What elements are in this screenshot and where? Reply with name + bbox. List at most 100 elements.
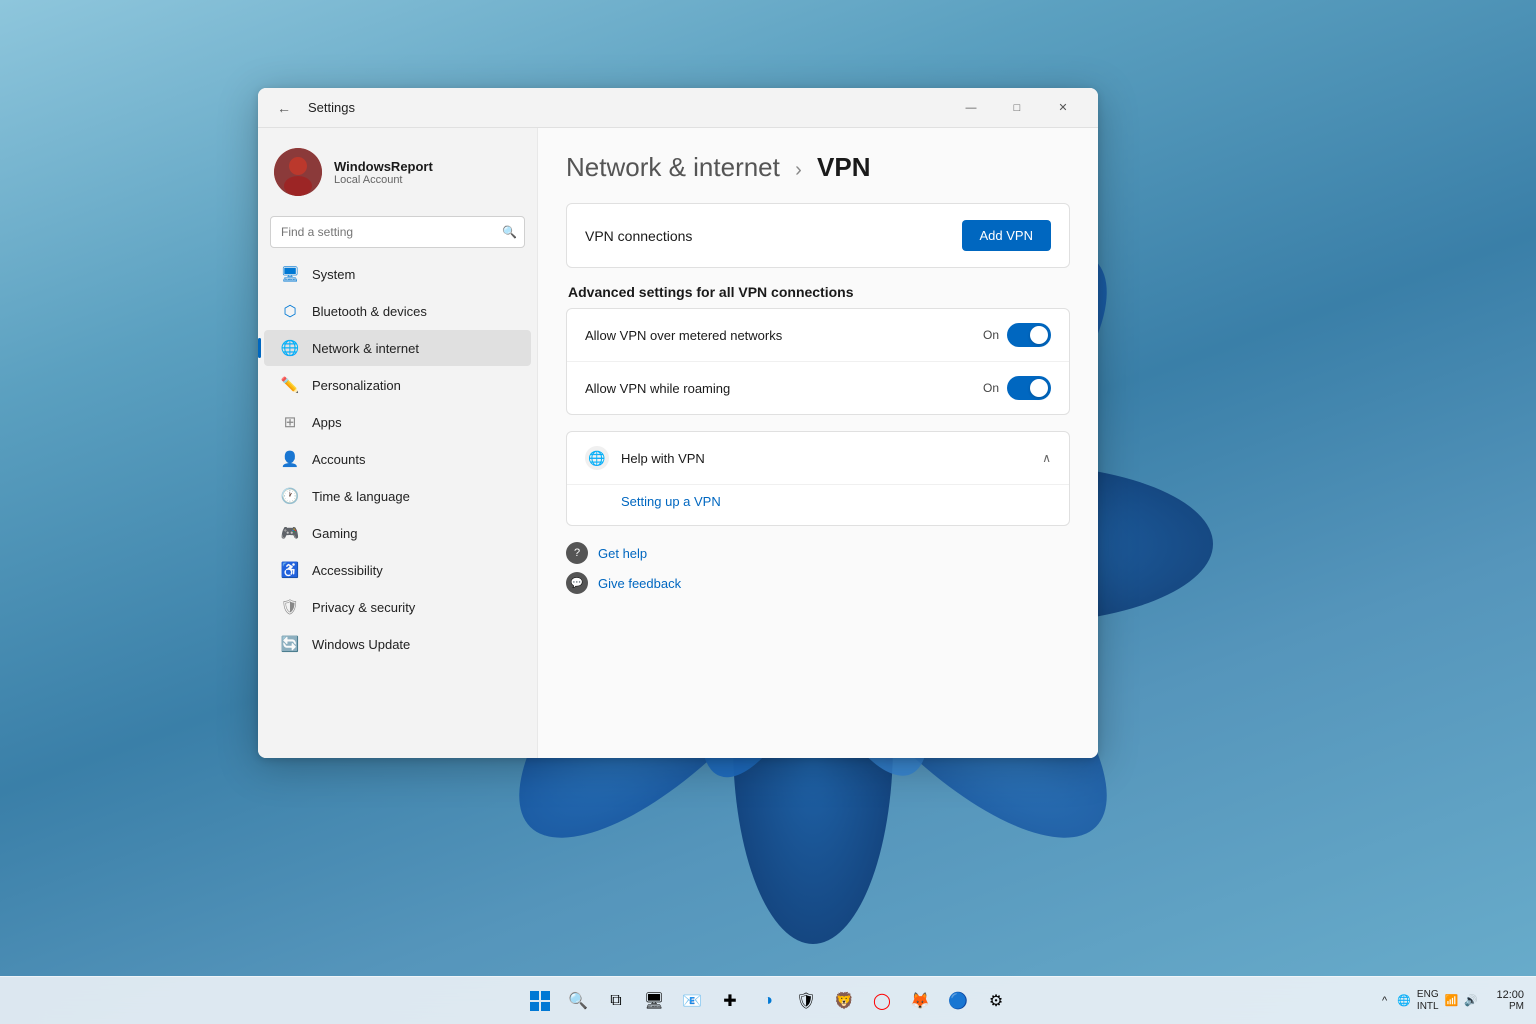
roaming-toggle-wrapper: On (983, 376, 1051, 400)
setup-vpn-link[interactable]: Setting up a VPN (621, 494, 721, 509)
settings-window: ← Settings — □ ✕ WindowsRepor (258, 88, 1098, 758)
add-vpn-button[interactable]: Add VPN (962, 220, 1051, 251)
feedback-icon: 💬 (571, 578, 583, 589)
time-icon: 🕐 (280, 486, 300, 506)
taskbar-center: 🔍 ⧉ 🖥 📧 ✚ ◑ 🛡 🦁 ◯ 🦊 🔵 (522, 983, 1014, 1019)
advanced-section-title: Advanced settings for all VPN connection… (566, 284, 1070, 300)
tray-language[interactable]: ENG INTL (1417, 989, 1439, 1013)
explorer-icon: 🖥 (644, 991, 664, 1011)
tray-volume[interactable]: 🔊 (1464, 994, 1478, 1007)
sidebar-item-label-accessibility: Accessibility (312, 563, 383, 578)
taskbar-teams[interactable]: ✚ (712, 983, 748, 1019)
help-vpn-header[interactable]: 🌐 Help with VPN ∧ (567, 432, 1069, 484)
get-help-row: ? Get help (566, 542, 1070, 564)
user-name: WindowsReport (334, 159, 433, 174)
metered-networks-status: On (983, 328, 999, 342)
settings-icon: ⚙ (989, 991, 1003, 1011)
avatar (274, 148, 322, 196)
metered-networks-row: Allow VPN over metered networks On (567, 309, 1069, 362)
window-title: Settings (308, 100, 355, 115)
help-vpn-title: Help with VPN (621, 451, 705, 466)
sidebar-item-network[interactable]: 🌐 Network & internet (264, 330, 531, 366)
taskbar-search-button[interactable]: 🔍 (560, 983, 596, 1019)
sidebar: WindowsReport Local Account 🔍 🖥 System ⬡ (258, 128, 538, 758)
close-button[interactable]: ✕ (1040, 92, 1086, 124)
taskbar-edge[interactable]: ◑ (750, 983, 786, 1019)
sidebar-item-system[interactable]: 🖥 System (264, 256, 531, 292)
task-view-button[interactable]: ⧉ (598, 983, 634, 1019)
sidebar-item-label-system: System (312, 267, 355, 282)
clock[interactable]: 12:00 PM (1484, 989, 1524, 1012)
chevron-up-icon: ∧ (1042, 451, 1051, 465)
vpn-connections-label: VPN connections (585, 228, 692, 244)
brave-icon: 🦁 (834, 991, 854, 1011)
taskbar-brave[interactable]: 🦁 (826, 983, 862, 1019)
nav-list: 🖥 System ⬡ Bluetooth & devices 🌐 Network… (258, 256, 537, 662)
taskbar-opera[interactable]: ◯ (864, 983, 900, 1019)
get-help-icon: ? (566, 542, 588, 564)
sidebar-item-update[interactable]: 🔄 Windows Update (264, 626, 531, 662)
sidebar-item-time[interactable]: 🕐 Time & language (264, 478, 531, 514)
back-button[interactable]: ← (270, 94, 298, 122)
advanced-settings-card: Allow VPN over metered networks On Allow… (566, 308, 1070, 415)
apps-icon: ⊞ (280, 412, 300, 432)
vpn-icon: 🛡 (796, 991, 816, 1011)
edge-icon: ◑ (763, 992, 773, 1010)
taskbar-vpn[interactable]: 🛡 (788, 983, 824, 1019)
windows-logo-icon (530, 991, 550, 1011)
sidebar-item-privacy[interactable]: 🛡 Privacy & security (264, 589, 531, 625)
give-feedback-link[interactable]: Give feedback (598, 576, 681, 591)
teams-icon: ✚ (723, 991, 736, 1011)
personalization-icon: ✏️ (280, 375, 300, 395)
start-button[interactable] (522, 983, 558, 1019)
tray-chevron[interactable]: ^ (1378, 993, 1391, 1009)
update-icon: 🔄 (280, 634, 300, 654)
sidebar-item-accounts[interactable]: 👤 Accounts (264, 441, 531, 477)
get-help-link[interactable]: Get help (598, 546, 647, 561)
firefox-icon: 🦊 (910, 991, 930, 1011)
sidebar-item-label-personalization: Personalization (312, 378, 401, 393)
tray-wifi[interactable]: 📶 (1445, 994, 1459, 1007)
sidebar-item-apps[interactable]: ⊞ Apps (264, 404, 531, 440)
privacy-icon: 🛡 (280, 597, 300, 617)
sidebar-item-bluetooth[interactable]: ⬡ Bluetooth & devices (264, 293, 531, 329)
window-body: WindowsReport Local Account 🔍 🖥 System ⬡ (258, 128, 1098, 758)
minimize-button[interactable]: — (948, 92, 994, 124)
roaming-row: Allow VPN while roaming On (567, 362, 1069, 414)
sidebar-item-label-gaming: Gaming (312, 526, 358, 541)
maximize-button[interactable]: □ (994, 92, 1040, 124)
title-bar-left: ← Settings (270, 94, 948, 122)
tray-globe[interactable]: 🌐 (1397, 994, 1411, 1007)
globe-icon: 🌐 (588, 450, 605, 467)
time-display: 12:00 (1484, 989, 1524, 1001)
taskbar-search-icon: 🔍 (568, 991, 588, 1011)
taskbar-chrome[interactable]: 🔵 (940, 983, 976, 1019)
taskbar-explorer[interactable]: 🖥 (636, 983, 672, 1019)
search-icon: 🔍 (502, 225, 517, 239)
taskbar-settings[interactable]: ⚙ (978, 983, 1014, 1019)
opera-icon: ◯ (873, 991, 891, 1011)
search-input[interactable] (270, 216, 525, 248)
title-bar-controls: — □ ✕ (948, 92, 1086, 124)
title-bar: ← Settings — □ ✕ (258, 88, 1098, 128)
sidebar-item-gaming[interactable]: 🎮 Gaming (264, 515, 531, 551)
bottom-links: ? Get help 💬 Give feedback (566, 542, 1070, 594)
sidebar-item-label-time: Time & language (312, 489, 410, 504)
sidebar-item-personalization[interactable]: ✏️ Personalization (264, 367, 531, 403)
metered-networks-toggle[interactable] (1007, 323, 1051, 347)
help-vpn-icon: 🌐 (585, 446, 609, 470)
taskbar-mail[interactable]: 📧 (674, 983, 710, 1019)
roaming-toggle[interactable] (1007, 376, 1051, 400)
taskbar: 🔍 ⧉ 🖥 📧 ✚ ◑ 🛡 🦁 ◯ 🦊 🔵 (0, 976, 1536, 1024)
sidebar-item-label-bluetooth: Bluetooth & devices (312, 304, 427, 319)
taskbar-firefox[interactable]: 🦊 (902, 983, 938, 1019)
roaming-status: On (983, 381, 999, 395)
network-icon: 🌐 (280, 338, 300, 358)
sidebar-item-accessibility[interactable]: ♿ Accessibility (264, 552, 531, 588)
sidebar-item-label-accounts: Accounts (312, 452, 365, 467)
search-icon-button[interactable]: 🔍 (502, 225, 517, 239)
vpn-connections-row: VPN connections Add VPN (567, 204, 1069, 267)
help-vpn-card: 🌐 Help with VPN ∧ Setting up a VPN (566, 431, 1070, 526)
system-icon: 🖥 (280, 264, 300, 284)
mail-icon: 📧 (682, 991, 702, 1011)
